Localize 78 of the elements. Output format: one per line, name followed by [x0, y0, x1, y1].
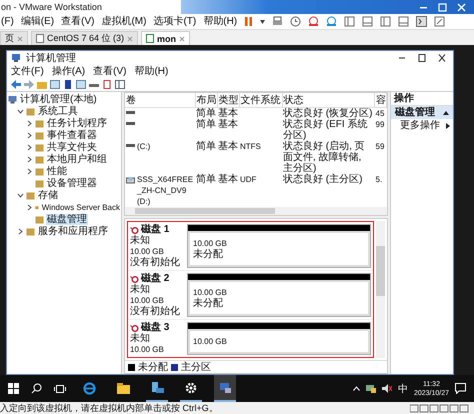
table-cell: 基本: [218, 108, 238, 119]
table-cell: 状态良好 (启动, 页面文件, 故障转储, 主分区): [283, 141, 365, 174]
partition-size: 10.00 GB: [193, 287, 228, 298]
table-cell: 基本: [218, 174, 238, 185]
table-cell: (C:): [137, 141, 150, 152]
table-cell: 简单: [196, 108, 216, 119]
disk-status: 没有初始化: [130, 306, 181, 317]
table-cell: 99: [376, 120, 384, 129]
disk-type: 未知: [130, 284, 151, 295]
tab[interactable]: mon: [141, 31, 190, 45]
status-text: 入定向到该虚拟机，请在虚拟机内部单击或按 Ctrl+G。: [0, 402, 218, 414]
table-cell: 简单: [196, 119, 216, 130]
disk-type: 未知: [130, 235, 151, 246]
table-cell: 基本: [218, 141, 238, 152]
input-method-indicator[interactable]: 中: [398, 382, 408, 396]
table-cell: UDF: [240, 175, 256, 184]
partition-label: 未分配: [193, 298, 224, 309]
column-header[interactable]: 状态: [282, 93, 374, 108]
partition-block[interactable]: 10.00 GB: [187, 322, 371, 355]
tree-item[interactable]: 设备管理器: [46, 178, 98, 188]
menu-item[interactable]: (F): [1, 14, 14, 29]
table-cell: 状态良好 (EFI 系统分区): [283, 119, 368, 141]
table-cell: 简单: [196, 174, 216, 185]
menu-item[interactable]: 操作(A): [52, 65, 86, 78]
tab[interactable]: CentOS 7 64 位 (3): [31, 31, 138, 45]
section-header[interactable]: 磁盘管理: [391, 106, 453, 119]
partition-block[interactable]: 10.00 GB 未分配: [187, 224, 371, 268]
legend-label: 未分配: [138, 360, 168, 374]
disk-status: 没有初始化: [130, 257, 181, 268]
menu-item[interactable]: 帮助(H): [134, 65, 168, 78]
column-header[interactable]: 文件系统: [239, 93, 282, 108]
table-cell: 状态良好 (主分区): [283, 174, 362, 185]
tab[interactable]: 页: [0, 31, 28, 45]
disk-size: 10.00 GB: [130, 246, 165, 256]
column-header[interactable]: 类型: [217, 93, 239, 108]
table-cell: 45: [376, 109, 384, 118]
disk-size: 10.00 GB: [130, 295, 165, 306]
action-item[interactable]: 更多操作: [391, 119, 453, 132]
table-cell: SSS_X64FREE_ZH-CN_DV9 (D:): [137, 174, 194, 207]
window-title: 计算机管理: [26, 52, 77, 65]
column-header[interactable]: 布局: [195, 93, 217, 108]
menu-item[interactable]: 文件(F): [11, 65, 44, 78]
tree-item[interactable]: 系统工具: [37, 106, 79, 116]
tree-item[interactable]: 性能: [46, 166, 68, 176]
tree-item[interactable]: 本地用户和组: [46, 154, 108, 164]
disk-size: 10.00 GB: [130, 344, 165, 355]
partition-block[interactable]: 10.00 GB 未分配: [187, 273, 371, 317]
menu-item[interactable]: 帮助(H): [203, 14, 238, 29]
partition-size: 10.00 GB: [193, 336, 228, 347]
table-cell: 5.: [376, 175, 382, 184]
tree-item[interactable]: 存储: [37, 190, 59, 200]
disk-name[interactable]: 磁盘 2: [141, 273, 170, 284]
table-cell: NTFS: [240, 142, 261, 151]
column-header[interactable]: 容: [374, 93, 386, 108]
menu-item[interactable]: 查看(V): [93, 65, 126, 78]
tree-item[interactable]: 任务计划程序: [46, 118, 108, 128]
table-cell: 状态良好 (恢复分区): [283, 108, 372, 119]
menu-item[interactable]: 查看(V): [61, 14, 94, 29]
table-cell: 简单: [196, 141, 216, 152]
tree-item[interactable]: 磁盘管理: [46, 214, 88, 224]
tree-item[interactable]: 共享文件夹: [46, 142, 98, 152]
tree-item[interactable]: 事件查看器: [46, 130, 98, 140]
menu-item[interactable]: 编辑(E): [20, 14, 54, 29]
disk-type: 未知: [130, 333, 151, 344]
tree-item[interactable]: 服务和应用程序: [37, 226, 109, 236]
menu-item[interactable]: 虚拟机(M): [101, 14, 146, 29]
menu-item[interactable]: 选项卡(T): [153, 14, 196, 29]
table-cell: 59: [376, 142, 384, 151]
window-title: on - VMware Workstation: [0, 1, 103, 14]
legend-label: 主分区: [181, 360, 211, 374]
tree-item[interactable]: Windows Server Back: [40, 202, 121, 212]
disk-name[interactable]: 磁盘 1: [141, 224, 170, 235]
tree-item[interactable]: 计算机管理(本地): [19, 94, 98, 104]
column-header[interactable]: 卷: [125, 93, 195, 108]
table-cell: 基本: [218, 119, 238, 130]
disk-name[interactable]: 磁盘 3: [141, 322, 170, 333]
partition-size: 10.00 GB: [193, 238, 228, 248]
partition-label: 未分配: [193, 249, 224, 260]
